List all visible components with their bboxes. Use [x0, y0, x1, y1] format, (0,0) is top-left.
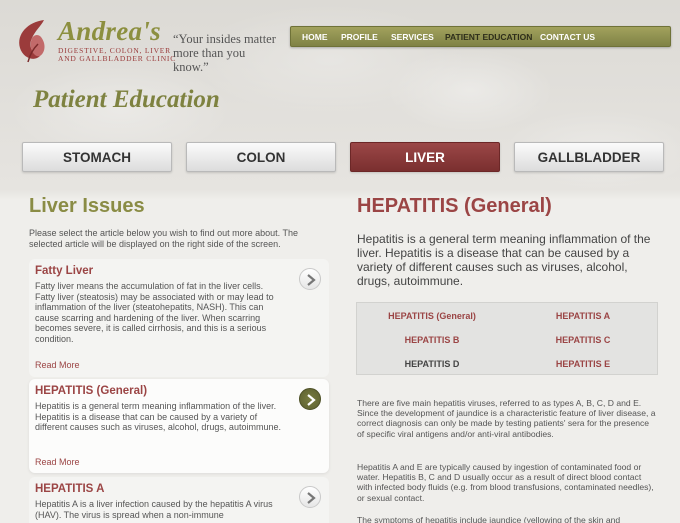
tab-liver[interactable]: LIVER [350, 142, 500, 172]
nav-patient-education[interactable]: PATIENT EDUCATION [445, 27, 532, 46]
read-more-link[interactable]: Read More [35, 457, 80, 467]
article-heading: HEPATITIS (General) [357, 195, 552, 217]
article-title[interactable]: Fatty Liver [35, 265, 93, 277]
article-card-fatty-liver[interactable]: Fatty Liver Fatty liver means the accumu… [29, 259, 329, 377]
tab-gallbladder[interactable]: GALLBLADDER [514, 142, 664, 172]
link-hepatitis-e[interactable]: HEPATITIS E [513, 359, 653, 369]
open-article-button[interactable] [299, 388, 321, 410]
brand-name: Andrea's [58, 16, 161, 46]
link-hepatitis-c[interactable]: HEPATITIS C [513, 335, 653, 345]
article-card-hepatitis-general[interactable]: HEPATITIS (General) Hepatitis is a gener… [29, 379, 329, 473]
nav-home[interactable]: HOME [302, 27, 328, 46]
link-hepatitis-general[interactable]: HEPATITIS (General) [362, 311, 502, 321]
chevron-right-icon [307, 394, 316, 406]
read-more-link[interactable]: Read More [35, 360, 80, 370]
tab-colon[interactable]: COLON [186, 142, 336, 172]
article-card-hepatitis-a[interactable]: HEPATITIS A Hepatitis A is a liver infec… [29, 477, 329, 523]
link-hepatitis-b[interactable]: HEPATITIS B [362, 335, 502, 345]
tagline: “Your insides matter more than you know.… [173, 32, 283, 74]
hepatitis-links-box: HEPATITIS (General) HEPATITIS A HEPATITI… [356, 302, 658, 375]
article-title[interactable]: HEPATITIS A [35, 483, 104, 495]
article-title[interactable]: HEPATITIS (General) [35, 385, 147, 397]
nav-profile[interactable]: PROFILE [341, 27, 378, 46]
main-nav: HOME PROFILE SERVICES PATIENT EDUCATION … [290, 26, 671, 47]
chevron-right-icon [307, 492, 316, 504]
page-title: Patient Education [33, 86, 220, 113]
nav-contact-us[interactable]: CONTACT US [540, 27, 595, 46]
link-hepatitis-a[interactable]: HEPATITIS A [513, 311, 653, 321]
article-summary: Hepatitis is a general term meaning infl… [35, 401, 281, 432]
open-article-button[interactable] [299, 486, 321, 508]
instructions-text: Please select the article below you wish… [29, 228, 298, 249]
brand-subtitle: Digestive, Colon, Liver and Gallbladder … [58, 47, 178, 63]
chevron-right-icon [307, 274, 316, 286]
article-paragraph: There are five main hepatitis viruses, r… [357, 398, 656, 439]
article-lead: Hepatitis is a general term meaning infl… [357, 232, 651, 288]
tagline-line-2: more than you know.” [173, 46, 246, 74]
open-article-button[interactable] [299, 268, 321, 290]
article-paragraph: Hepatitis A and E are typically caused b… [357, 462, 654, 503]
link-hepatitis-d[interactable]: HEPATITIS D [362, 359, 502, 369]
tagline-line-1: “Your insides matter [173, 32, 276, 46]
tab-stomach[interactable]: STOMACH [22, 142, 172, 172]
article-paragraph: The symptoms of hepatitis include jaundi… [357, 515, 621, 523]
article-summary: Hepatitis A is a liver infection caused … [35, 499, 273, 520]
leaf-logo-icon [19, 20, 45, 63]
article-summary: Fatty liver means the accumulation of fa… [35, 281, 274, 344]
brand-subtitle-line-2: and Gallbladder Clinic [58, 54, 177, 63]
nav-services[interactable]: SERVICES [391, 27, 434, 46]
liver-issues-heading: Liver Issues [29, 195, 145, 217]
